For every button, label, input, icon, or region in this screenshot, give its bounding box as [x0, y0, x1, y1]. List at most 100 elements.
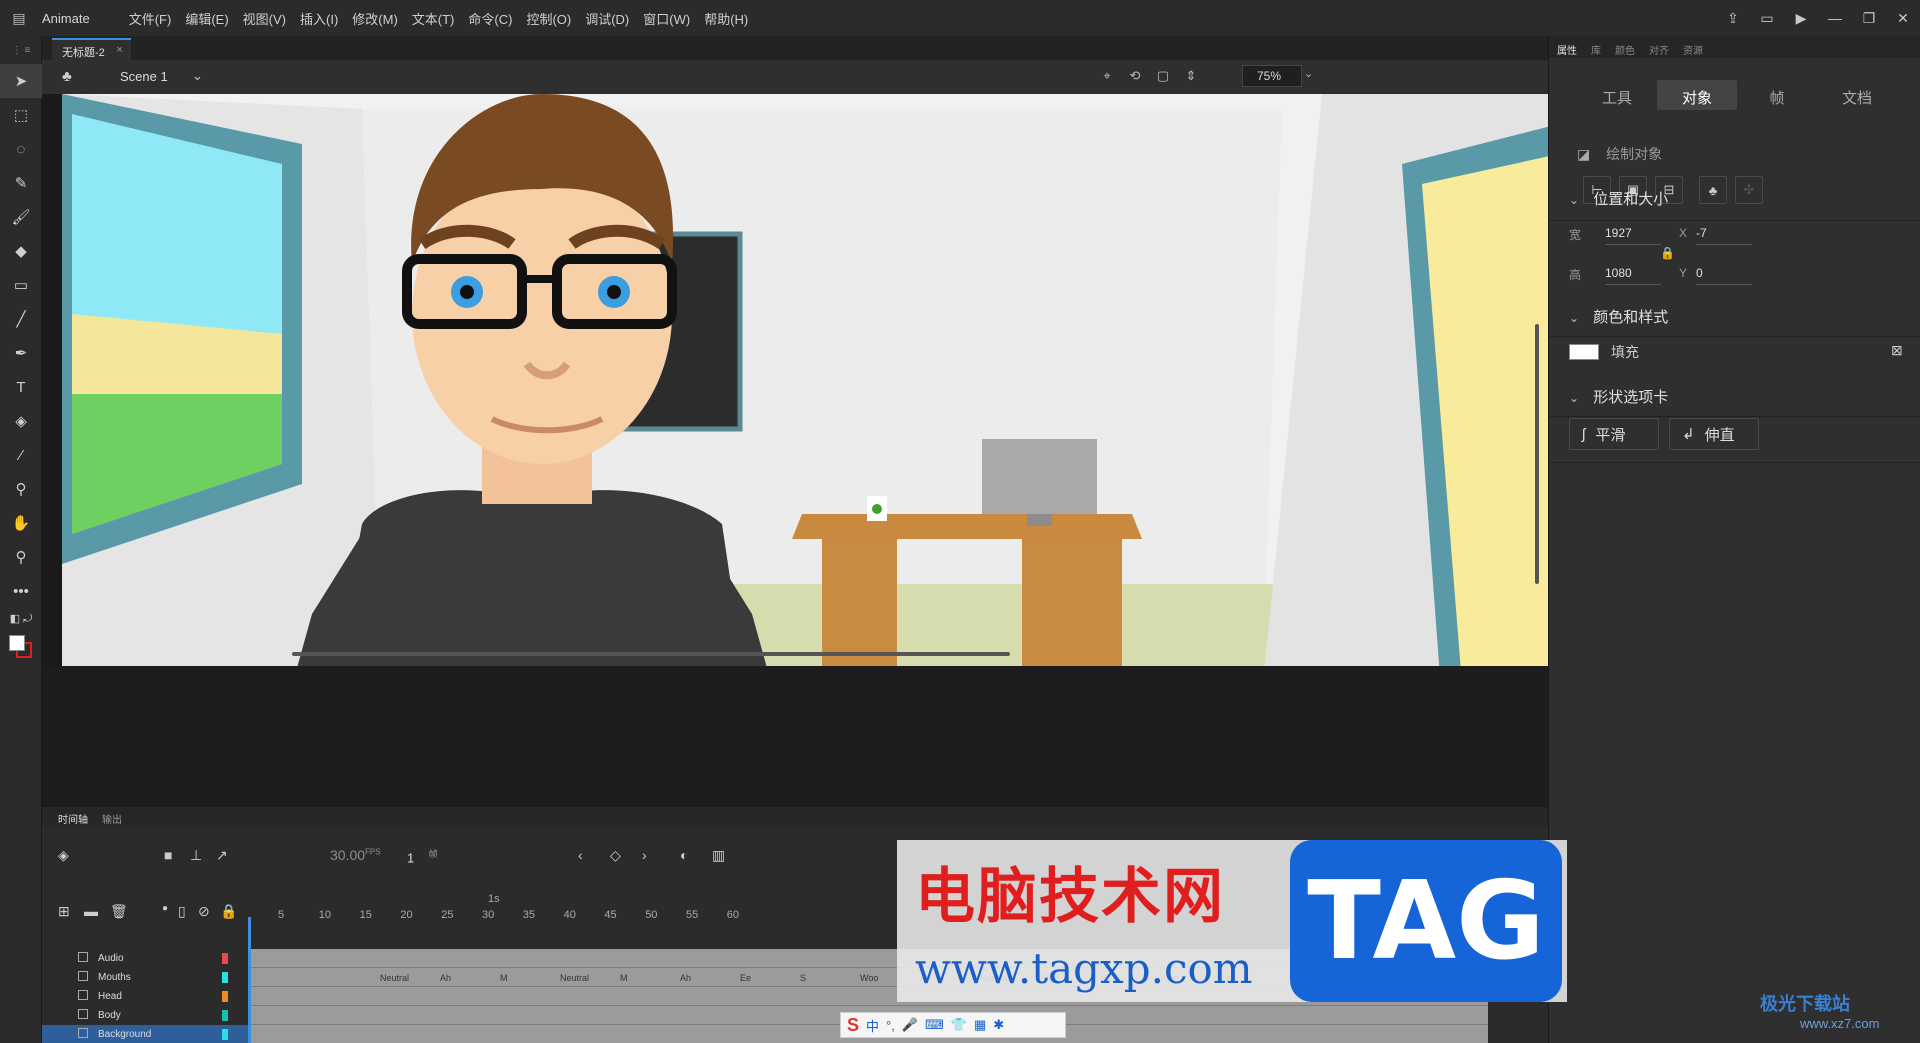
scene-icon[interactable]: ♣ [62, 68, 72, 85]
layout-icon[interactable]: ▭ [1750, 0, 1784, 36]
play-icon[interactable]: ▶ [1784, 0, 1818, 36]
stage-canvas[interactable] [62, 94, 1548, 666]
menu-item[interactable]: 插入(I) [293, 9, 345, 28]
no-color-icon[interactable]: ⊠ [1891, 342, 1903, 359]
panel-tab[interactable]: 对齐 [1649, 42, 1669, 58]
selection-tool-icon[interactable]: ➤ [0, 64, 42, 98]
line-tool-icon[interactable]: ╱ [0, 302, 42, 336]
keyboard-icon[interactable]: ⌨ [925, 1017, 944, 1033]
camera-icon[interactable]: ■ [164, 847, 172, 863]
eyedropper-tool-icon[interactable]: ⁄ [0, 438, 42, 472]
parent-view-icon[interactable]: ⊥ [190, 847, 202, 864]
snap-icon[interactable]: ⌖ [1097, 66, 1117, 86]
previous-keyframe-icon[interactable]: ‹ [578, 847, 583, 863]
menu-item[interactable]: 控制(O) [519, 9, 578, 28]
hand-tool-icon[interactable]: ✋ [0, 506, 42, 540]
y-field[interactable]: 0 [1696, 266, 1752, 285]
menu-item[interactable]: 命令(C) [461, 9, 519, 28]
position-size-header[interactable]: ⌄ 位置和大小 [1569, 188, 1668, 209]
smooth-button[interactable]: ʃ 平滑 [1569, 418, 1659, 450]
lock-ratio-icon[interactable]: 🔒 [1660, 246, 1675, 260]
edit-multiple-frames-icon[interactable]: ▥ [712, 847, 725, 864]
panel-tab[interactable]: 颜色 [1615, 42, 1635, 58]
punctuation-icon[interactable]: °, [886, 1018, 895, 1033]
timeline-tab[interactable]: 时间轴 [58, 811, 88, 827]
segment-tab[interactable]: 对象 [1657, 80, 1737, 110]
document-tab[interactable]: 无标题-2 × [52, 38, 131, 60]
menu-item[interactable]: 调试(D) [578, 9, 636, 28]
current-frame[interactable]: 1 帧 [407, 847, 438, 865]
paint-brush-tool-icon[interactable]: ✎ [0, 166, 42, 200]
stage-vertical-scrollbar[interactable] [1535, 324, 1539, 584]
clip-stage-icon[interactable]: ▢ [1153, 66, 1173, 86]
share-icon[interactable]: ⇪ [1716, 0, 1750, 36]
settings-icon[interactable]: ✱ [993, 1017, 1004, 1033]
layer-color-swatch[interactable] [222, 991, 228, 1002]
stage-horizontal-scrollbar[interactable] [292, 652, 1010, 656]
panel-tab[interactable]: 库 [1591, 42, 1601, 58]
menu-item[interactable]: 帮助(H) [697, 9, 755, 28]
microphone-icon[interactable]: 🎤 [902, 1017, 918, 1033]
fps-readout[interactable]: 30.00FPS [330, 847, 381, 863]
delete-layer-icon[interactable]: 🗑 [110, 903, 128, 920]
text-tool-icon[interactable]: T [0, 370, 42, 404]
menu-item[interactable]: 视图(V) [236, 9, 293, 28]
convert-symbol-button[interactable]: ♣ [1699, 176, 1727, 204]
layers-icon[interactable]: ◈ [58, 847, 69, 864]
next-keyframe-icon[interactable]: › [642, 847, 647, 863]
menu-item[interactable]: 修改(M) [345, 9, 405, 28]
more-tools-icon[interactable]: ••• [0, 574, 42, 608]
lock-icon[interactable]: 🔒 [220, 903, 237, 920]
zoom-input[interactable]: 75% [1242, 65, 1302, 87]
height-field[interactable]: 1080 [1605, 266, 1661, 285]
fill-stroke-swatch[interactable] [0, 630, 42, 664]
menu-item[interactable]: 编辑(E) [178, 9, 235, 28]
segment-tab[interactable]: 文档 [1817, 80, 1897, 110]
visibility-icon[interactable]: ⊘ [198, 903, 210, 920]
new-layer-icon[interactable]: ⊞ [58, 903, 70, 920]
fill-color-swatch[interactable] [1569, 344, 1599, 360]
insert-keyframe-icon[interactable]: ◇ [610, 847, 621, 864]
restore-icon[interactable]: ❐ [1852, 0, 1886, 36]
pen-tool-icon[interactable]: ✒ [0, 336, 42, 370]
timeline-tab[interactable]: 输出 [102, 811, 122, 827]
ime-language[interactable]: 中 [866, 1016, 879, 1035]
zoom-tool-icon[interactable]: ⚲ [0, 540, 42, 574]
graph-icon[interactable]: ↗ [216, 847, 228, 864]
color-style-header[interactable]: ⌄ 颜色和样式 [1569, 306, 1668, 327]
chevron-down-icon[interactable]: ⌄ [192, 68, 203, 84]
close-tab-icon[interactable]: × [116, 44, 122, 56]
rotate-stage-icon[interactable]: ⟲ [1125, 66, 1145, 86]
lasso-tool-icon[interactable]: ◌ [0, 132, 42, 166]
swap-colors-icon[interactable]: ◧ ⤾ [0, 608, 42, 630]
zoom-stepper-icon[interactable]: ⇕ [1181, 66, 1201, 86]
panel-tab[interactable]: 属性 [1557, 42, 1577, 58]
playhead[interactable] [248, 917, 251, 1043]
stage-area[interactable] [42, 94, 1548, 666]
menu-item[interactable]: 窗口(W) [636, 9, 697, 28]
new-folder-icon[interactable]: ▬ [84, 903, 98, 919]
ime-toolbar[interactable]: S 中 °, 🎤 ⌨ 👕 ▦ ✱ [840, 1012, 1066, 1038]
skin-icon[interactable]: 👕 [951, 1017, 967, 1033]
zoom-dropdown-icon[interactable]: ⌄ [1304, 67, 1313, 80]
rectangle-tool-icon[interactable]: ▭ [0, 268, 42, 302]
close-icon[interactable]: ✕ [1886, 0, 1920, 36]
x-field[interactable]: -7 [1696, 226, 1752, 245]
menu-item[interactable]: 文本(T) [405, 9, 462, 28]
layer-color-swatch[interactable] [222, 953, 228, 964]
layer-color-swatch[interactable] [222, 1029, 228, 1040]
straighten-button[interactable]: ↲ 伸直 [1669, 418, 1759, 450]
toolbox-icon[interactable]: ▦ [974, 1017, 986, 1033]
workspace-icon[interactable]: ▤ [0, 0, 38, 36]
segment-tab[interactable]: 工具 [1577, 80, 1657, 110]
brush-tool-icon[interactable]: 🖌 [0, 200, 42, 234]
scene-selector[interactable]: Scene 1 [120, 69, 168, 84]
layer-color-swatch[interactable] [222, 972, 228, 983]
free-transform-tool-icon[interactable]: ⬚ [0, 98, 42, 132]
pin-tool-icon[interactable]: ⚲ [0, 472, 42, 506]
paint-bucket-tool-icon[interactable]: ◈ [0, 404, 42, 438]
onion-skin-icon[interactable]: ◐ [680, 847, 688, 863]
minimize-icon[interactable]: — [1818, 0, 1852, 36]
segment-tab[interactable]: 帧 [1737, 80, 1817, 110]
break-apart-button[interactable]: ✣ [1735, 176, 1763, 204]
